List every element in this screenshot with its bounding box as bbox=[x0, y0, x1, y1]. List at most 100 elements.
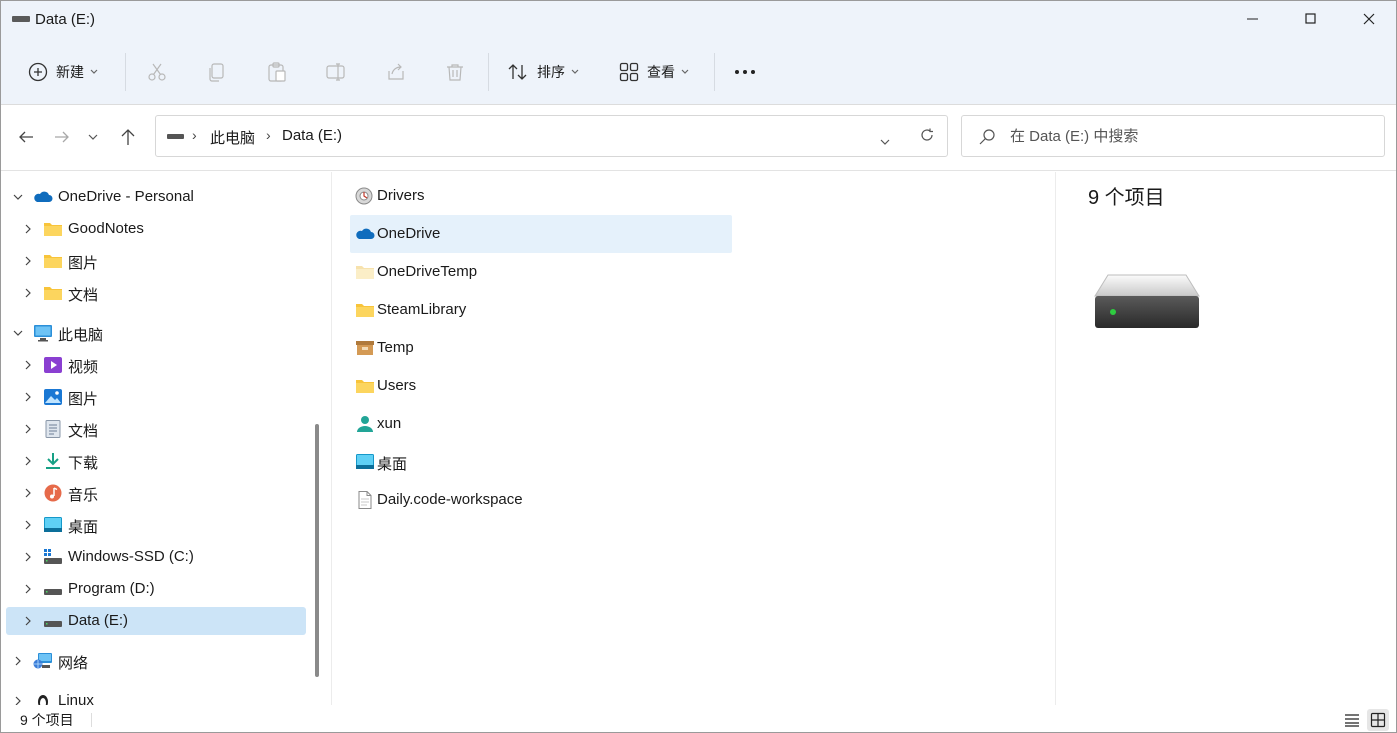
file-item-onedrive[interactable]: OneDrive bbox=[350, 215, 732, 253]
sort-button[interactable]: 排序 bbox=[507, 55, 579, 89]
maximize-button[interactable] bbox=[1282, 1, 1340, 37]
sidebar-item-onedrive-pictures[interactable]: 图片 bbox=[6, 247, 306, 275]
address-history-button[interactable] bbox=[880, 132, 890, 149]
folder-light-icon bbox=[355, 263, 375, 281]
grid-view-icon bbox=[619, 62, 639, 82]
paste-button[interactable] bbox=[266, 55, 288, 89]
sidebar-item-label: GoodNotes bbox=[68, 220, 144, 237]
maximize-icon bbox=[1305, 13, 1316, 24]
chevron-right-icon[interactable] bbox=[23, 584, 33, 594]
chevron-right-icon[interactable] bbox=[23, 616, 33, 626]
chevron-right-icon[interactable] bbox=[23, 256, 33, 266]
close-button[interactable] bbox=[1340, 1, 1396, 37]
file-item-daily-workspace[interactable]: Daily.code-workspace bbox=[350, 481, 732, 519]
folder-icon bbox=[43, 284, 63, 302]
folder-icon bbox=[43, 252, 63, 270]
archive-folder-icon bbox=[355, 339, 375, 357]
refresh-button[interactable] bbox=[920, 128, 934, 146]
breadcrumb-this-pc[interactable]: 此电脑 bbox=[210, 127, 255, 148]
sidebar-item-goodnotes[interactable]: GoodNotes bbox=[6, 215, 306, 243]
file-item-users[interactable]: Users bbox=[350, 367, 732, 405]
sidebar-item-network[interactable]: 网络 bbox=[6, 647, 306, 675]
window-title: Data (E:) bbox=[35, 11, 96, 28]
file-item-steamlibrary[interactable]: SteamLibrary bbox=[350, 291, 732, 329]
search-icon bbox=[979, 129, 995, 145]
sidebar-item-pictures[interactable]: 图片 bbox=[6, 383, 306, 411]
sidebar-item-desktop[interactable]: 桌面 bbox=[6, 511, 306, 539]
arrow-up-icon bbox=[121, 129, 135, 145]
file-name: SteamLibrary bbox=[377, 301, 467, 318]
breadcrumb-data-e[interactable]: Data (E:) bbox=[282, 127, 342, 144]
breadcrumb-separator: › bbox=[192, 127, 197, 143]
sidebar-item-data-e[interactable]: Data (E:) bbox=[6, 607, 306, 635]
drive-icon bbox=[12, 16, 30, 22]
chevron-right-icon[interactable] bbox=[23, 224, 33, 234]
chevron-right-icon[interactable] bbox=[23, 488, 33, 498]
onedrive-cloud-icon bbox=[33, 188, 53, 206]
drivers-folder-icon bbox=[355, 187, 375, 205]
sidebar-item-videos[interactable]: 视频 bbox=[6, 351, 306, 379]
sidebar-item-downloads[interactable]: 下载 bbox=[6, 447, 306, 475]
share-icon bbox=[388, 63, 404, 80]
view-button[interactable]: 查看 bbox=[619, 55, 689, 89]
delete-button[interactable] bbox=[445, 55, 465, 89]
file-name: Users bbox=[377, 377, 417, 394]
file-item-xun[interactable]: xun bbox=[350, 405, 732, 443]
up-button[interactable] bbox=[117, 125, 139, 149]
sidebar-item-documents[interactable]: 文档 bbox=[6, 415, 306, 443]
sidebar-item-label: 文档 bbox=[68, 287, 99, 304]
chevron-right-icon[interactable] bbox=[23, 520, 33, 530]
chevron-right-icon[interactable] bbox=[23, 456, 33, 466]
address-row: › 此电脑 › Data (E:) bbox=[1, 105, 1396, 171]
search-box[interactable] bbox=[961, 115, 1385, 157]
forward-button[interactable] bbox=[51, 125, 73, 149]
sort-label: 排序 bbox=[537, 64, 565, 80]
share-button[interactable] bbox=[386, 55, 406, 89]
sidebar-item-program-d[interactable]: Program (D:) bbox=[6, 575, 306, 603]
sidebar-scrollbar[interactable] bbox=[315, 424, 319, 677]
sidebar-item-linux[interactable]: Linux bbox=[6, 687, 306, 705]
chevron-down-icon[interactable] bbox=[13, 328, 23, 338]
more-options-button[interactable] bbox=[734, 55, 756, 89]
tiles-view-button[interactable] bbox=[1367, 709, 1389, 731]
sidebar-item-onedrive-documents[interactable]: 文档 bbox=[6, 279, 306, 307]
this-pc-icon bbox=[33, 324, 53, 342]
chevron-right-icon[interactable] bbox=[23, 360, 33, 370]
sidebar-item-windows-ssd[interactable]: Windows-SSD (C:) bbox=[6, 543, 306, 571]
linux-penguin-icon bbox=[33, 692, 53, 705]
cut-button[interactable] bbox=[147, 55, 167, 89]
chevron-down-icon bbox=[88, 134, 98, 140]
rename-button[interactable] bbox=[325, 55, 347, 89]
recent-locations-button[interactable] bbox=[85, 125, 101, 149]
sidebar-item-label: Linux bbox=[58, 692, 94, 705]
file-item-drivers[interactable]: Drivers bbox=[350, 177, 732, 215]
sidebar-item-label: 网络 bbox=[58, 655, 89, 672]
details-view-button[interactable] bbox=[1341, 709, 1363, 731]
desktop-icon bbox=[355, 453, 375, 471]
chevron-right-icon[interactable] bbox=[23, 552, 33, 562]
chevron-right-icon[interactable] bbox=[23, 392, 33, 402]
sidebar-item-onedrive[interactable]: OneDrive - Personal bbox=[6, 183, 306, 211]
chevron-down-icon[interactable] bbox=[13, 192, 23, 202]
back-button[interactable] bbox=[15, 125, 37, 149]
address-bar[interactable]: › 此电脑 › Data (E:) bbox=[155, 115, 948, 157]
status-item-count: 9 个项目 bbox=[20, 712, 74, 728]
file-item-desktop[interactable]: 桌面 bbox=[350, 443, 732, 481]
search-input[interactable] bbox=[1010, 126, 1370, 146]
new-button[interactable]: 新建 bbox=[28, 55, 98, 89]
chevron-right-icon[interactable] bbox=[13, 696, 23, 705]
file-name: Temp bbox=[377, 339, 414, 356]
tiles-view-icon bbox=[1370, 712, 1386, 728]
chevron-right-icon[interactable] bbox=[23, 424, 33, 434]
sidebar-item-this-pc[interactable]: 此电脑 bbox=[6, 319, 306, 347]
file-item-onedrivetemp[interactable]: OneDriveTemp bbox=[350, 253, 732, 291]
desktop-icon bbox=[43, 516, 63, 534]
copy-button[interactable] bbox=[207, 55, 227, 89]
sidebar-item-music[interactable]: 音乐 bbox=[6, 479, 306, 507]
chevron-right-icon[interactable] bbox=[23, 288, 33, 298]
rename-icon bbox=[326, 63, 345, 81]
minimize-button[interactable] bbox=[1224, 1, 1282, 37]
chevron-right-icon[interactable] bbox=[13, 656, 23, 666]
file-item-temp[interactable]: Temp bbox=[350, 329, 732, 367]
file-name: Drivers bbox=[377, 187, 425, 204]
